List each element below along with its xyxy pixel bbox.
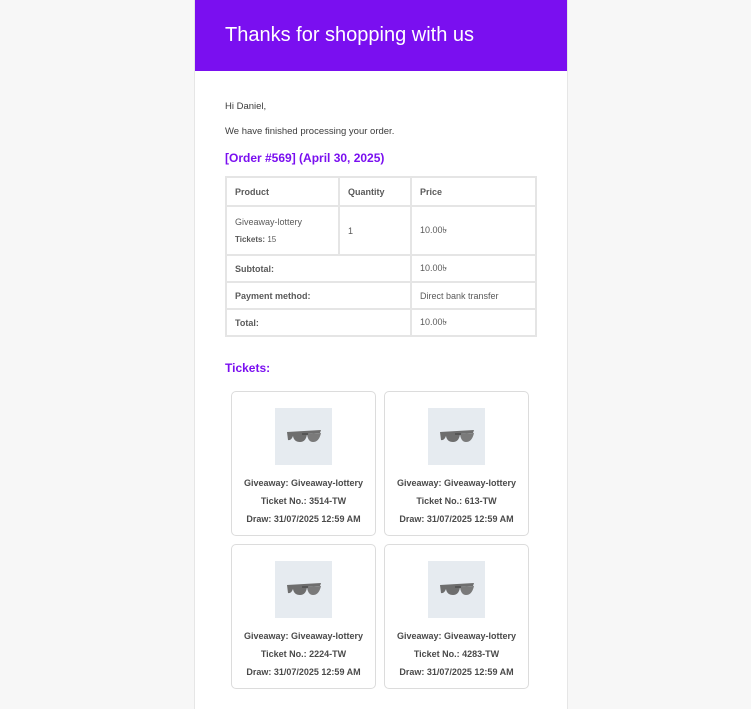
ticket-card: Giveaway: Giveaway-lottery Ticket No.: 3… xyxy=(231,391,376,536)
tickets-title: Tickets: xyxy=(225,361,271,375)
ticket-giveaway: Giveaway: Giveaway-lottery xyxy=(396,478,517,488)
ticket-draw: Draw: 31/07/2025 12:59 AM xyxy=(399,514,514,524)
total-value: 10.00৳ xyxy=(410,308,537,337)
tickets-count: 15 xyxy=(267,235,277,244)
payment-row: Payment method: Direct bank transfer xyxy=(225,281,537,310)
table-header-row: Product Quantity Price xyxy=(225,176,537,207)
email-body: Hi Daniel, We have finished processing y… xyxy=(195,101,567,709)
product-tickets: Tickets: 15 xyxy=(235,235,330,244)
ticket-grid: Giveaway: Giveaway-lottery Ticket No.: 3… xyxy=(225,391,537,709)
ticket-number: Ticket No.: 4283-TW xyxy=(413,649,500,659)
ticket-number: Ticket No.: 2224-TW xyxy=(260,649,347,659)
price-cell: 10.00৳ xyxy=(410,205,537,256)
ticket-card: Giveaway: Giveaway-lottery Ticket No.: 4… xyxy=(384,544,529,689)
header-quantity: Quantity xyxy=(338,176,412,207)
ticket-card: Giveaway: Giveaway-lottery Ticket No.: 2… xyxy=(231,544,376,689)
total-label: Total: xyxy=(225,308,412,337)
product-name: Giveaway-lottery xyxy=(235,217,303,227)
ticket-image xyxy=(275,561,332,618)
order-message: We have finished processing your order. xyxy=(225,126,395,137)
header-price: Price xyxy=(410,176,537,207)
ticket-image xyxy=(428,561,485,618)
ticket-draw: Draw: 31/07/2025 12:59 AM xyxy=(246,514,361,524)
sunglasses-icon xyxy=(286,429,321,442)
sunglasses-icon xyxy=(286,582,321,595)
quantity-cell: 1 xyxy=(338,205,412,256)
header-title: Thanks for shopping with us xyxy=(225,24,475,46)
order-table: Product Quantity Price Giveaway-lottery … xyxy=(225,176,537,337)
ticket-image xyxy=(428,408,485,465)
ticket-card: Giveaway: Giveaway-lottery Ticket No.: 6… xyxy=(384,391,529,536)
ticket-draw: Draw: 31/07/2025 12:59 AM xyxy=(246,667,361,677)
greeting: Hi Daniel, xyxy=(225,101,267,112)
ticket-giveaway: Giveaway: Giveaway-lottery xyxy=(243,478,364,488)
product-cell: Giveaway-lottery Tickets: 15 xyxy=(225,205,340,256)
ticket-giveaway: Giveaway: Giveaway-lottery xyxy=(243,631,364,641)
header-product: Product xyxy=(225,176,340,207)
tickets-label: Tickets: xyxy=(235,235,266,244)
ticket-number: Ticket No.: 613-TW xyxy=(416,496,497,506)
subtotal-label: Subtotal: xyxy=(225,254,412,283)
email-header: Thanks for shopping with us xyxy=(195,0,567,71)
subtotal-row: Subtotal: 10.00৳ xyxy=(225,254,537,283)
email-container: Thanks for shopping with us Hi Daniel, W… xyxy=(194,0,568,709)
subtotal-value: 10.00৳ xyxy=(410,254,537,283)
order-title: [Order #569] (April 30, 2025) xyxy=(225,151,385,165)
table-row: Giveaway-lottery Tickets: 15 1 10.00৳ xyxy=(225,205,537,256)
payment-value: Direct bank transfer xyxy=(410,281,537,310)
sunglasses-icon xyxy=(439,429,474,442)
ticket-image xyxy=(275,408,332,465)
ticket-draw: Draw: 31/07/2025 12:59 AM xyxy=(399,667,514,677)
total-row: Total: 10.00৳ xyxy=(225,308,537,337)
ticket-number: Ticket No.: 3514-TW xyxy=(260,496,347,506)
sunglasses-icon xyxy=(439,582,474,595)
ticket-giveaway: Giveaway: Giveaway-lottery xyxy=(396,631,517,641)
payment-label: Payment method: xyxy=(225,281,412,310)
